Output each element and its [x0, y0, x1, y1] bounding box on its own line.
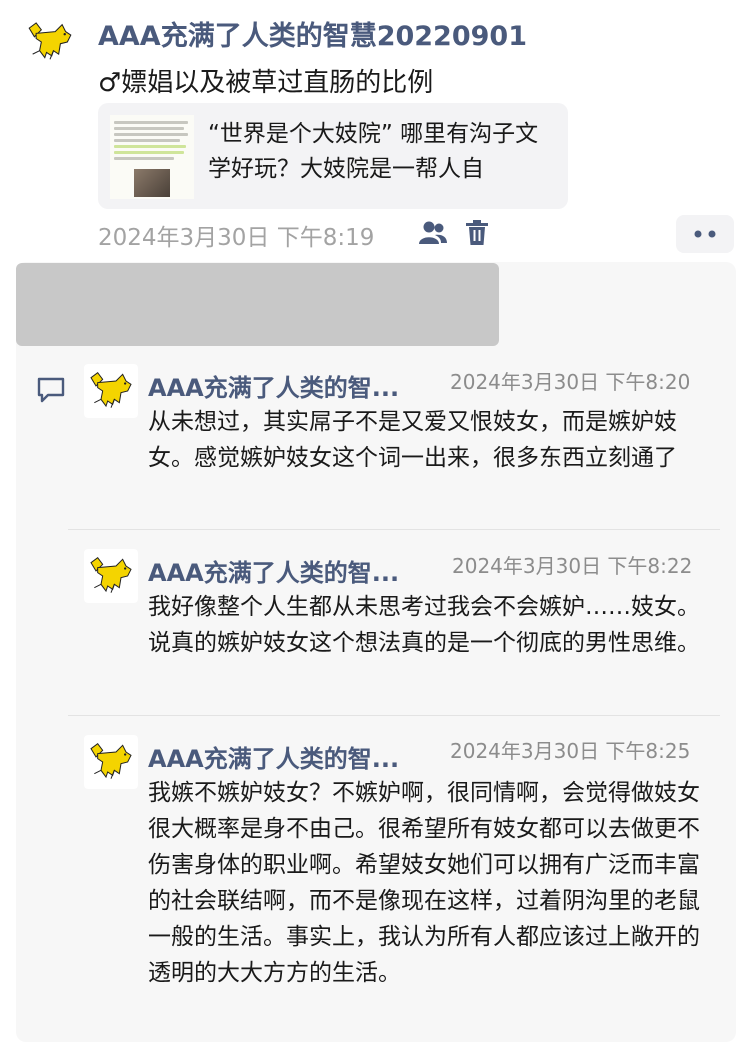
link-thumbnail: [110, 115, 194, 199]
comment-text: 从未想过，其实屌子不是又爱又恨妓女，而是嫉妒妓女。感觉嫉妒妓女这个词一出来，很多…: [148, 409, 677, 471]
post-text: ♂嫖娼以及被草过直肠的比例: [98, 68, 434, 98]
post-timestamp: 2024年3月30日 下午8:19: [98, 225, 375, 251]
comment-icon: [34, 373, 68, 407]
trash-icon[interactable]: [462, 218, 492, 248]
more-dots-icon: [694, 230, 716, 238]
comment-text: 我好像整个人生都从未思考过我会不会嫉妒……妓女。说真的嫉妒妓女这个想法真的是一个…: [148, 594, 700, 656]
avatar[interactable]: [84, 549, 138, 603]
comment-time: 2024年3月30日 下午8:20: [450, 370, 691, 394]
divider: [68, 715, 720, 716]
divider: [68, 529, 720, 530]
avatar[interactable]: [84, 364, 138, 418]
post-author[interactable]: AAA充满了人类的智慧20220901: [98, 14, 527, 53]
comment-text: 我嫉不嫉妒妓女？不嫉妒啊，很同情啊，会觉得做妓女很大概率是身不由己。很希望所有妓…: [148, 780, 700, 986]
comment-input[interactable]: [16, 263, 499, 346]
comment-author[interactable]: AAA充满了人类的智...: [148, 739, 438, 774]
more-button[interactable]: [676, 215, 734, 253]
comment-author[interactable]: AAA充满了人类的智...: [148, 368, 438, 403]
avatar[interactable]: [84, 735, 138, 789]
people-icon[interactable]: [416, 218, 450, 248]
comment-time: 2024年3月30日 下午8:22: [452, 554, 693, 578]
avatar[interactable]: [22, 14, 78, 70]
comment-author[interactable]: AAA充满了人类的智...: [148, 553, 438, 588]
cat-avatar-icon: [24, 16, 76, 68]
link-card-title: “世界是个大妓院” 哪里有沟子文学好玩？大妓院是一帮人自: [208, 121, 539, 182]
link-card[interactable]: “世界是个大妓院” 哪里有沟子文学好玩？大妓院是一帮人自: [98, 103, 568, 209]
comment-time: 2024年3月30日 下午8:25: [450, 739, 691, 763]
